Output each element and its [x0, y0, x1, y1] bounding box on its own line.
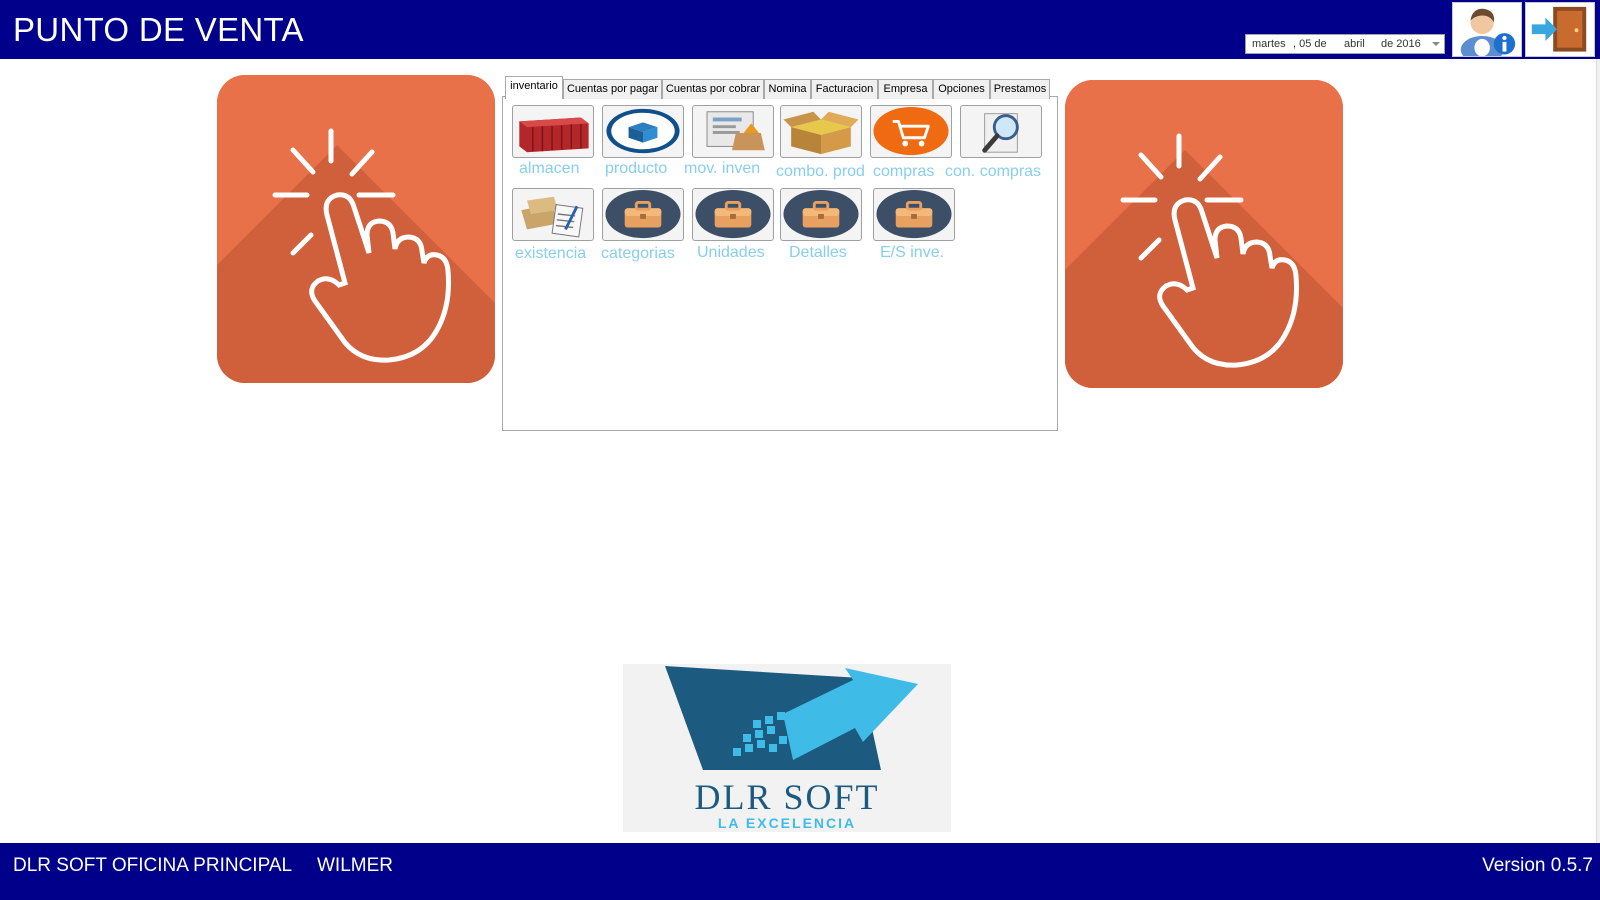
status-bar: DLR SOFT OFICINA PRINCIPAL WILMER Versio… [0, 843, 1600, 900]
right-touch-tile[interactable] [1065, 80, 1343, 388]
left-touch-tile[interactable] [217, 75, 495, 383]
existencia-label[interactable]: existencia [515, 245, 586, 263]
producto-label[interactable]: producto [605, 160, 667, 178]
briefcase-icon [783, 189, 859, 239]
logo-tagline: LA EXCELENCIA [717, 815, 857, 831]
date-month: abril [1344, 38, 1365, 50]
product-box-icon [606, 108, 680, 154]
es-inve-button[interactable] [873, 188, 955, 241]
container-icon [519, 117, 589, 153]
tab-prestamos[interactable]: Prestamos [990, 79, 1050, 99]
combo-prod-button[interactable] [780, 105, 862, 158]
compras-button[interactable] [870, 105, 952, 158]
date-day: , 05 de [1293, 38, 1327, 50]
app-title: PUNTO DE VENTA [13, 11, 304, 48]
header-bar: PUNTO DE VENTA martes , 05 de abril de 2… [0, 0, 1600, 59]
tab-strip: inventario Cuentas por pagar Cuentas por… [502, 76, 1058, 99]
compras-label[interactable]: compras [873, 163, 934, 181]
categorias-button[interactable] [602, 188, 684, 241]
existencia-button[interactable] [512, 188, 594, 241]
chevron-down-icon[interactable] [1432, 42, 1440, 46]
almacen-button[interactable] [512, 105, 594, 158]
almacen-label[interactable]: almacen [519, 160, 579, 178]
magnifier-icon [982, 113, 1019, 153]
es-inve-label[interactable]: E/S inve. [880, 244, 944, 262]
open-box-icon [783, 111, 859, 155]
mov-inven-label[interactable]: mov. inven [684, 160, 760, 178]
tap-hand-icon [1065, 80, 1343, 388]
exit-button[interactable] [1525, 2, 1595, 57]
categorias-label[interactable]: categorias [601, 245, 675, 263]
inventory-movement-icon [706, 111, 765, 151]
tab-empresa[interactable]: Empresa [878, 79, 933, 99]
briefcase-icon [876, 189, 952, 239]
version-label: Version 0.5.7 [1482, 855, 1593, 876]
tab-cuentas-por-pagar[interactable]: Cuentas por pagar [563, 79, 662, 99]
app-window: PUNTO DE VENTA martes , 05 de abril de 2… [0, 0, 1600, 900]
tab-cuentas-por-cobrar[interactable]: Cuentas por cobrar [662, 79, 764, 99]
con-compras-button[interactable] [960, 105, 1042, 158]
stock-checklist-icon [521, 196, 584, 238]
current-user: WILMER [317, 855, 393, 876]
tab-panel-inventario: almacen producto mov. inven combo. prod … [502, 96, 1058, 431]
date-picker[interactable]: martes , 05 de abril de 2016 [1245, 34, 1445, 54]
window-edge [1596, 59, 1600, 843]
tap-hand-icon [217, 75, 495, 383]
producto-button[interactable] [602, 105, 684, 158]
briefcase-icon [605, 189, 681, 239]
detalles-label[interactable]: Detalles [789, 244, 847, 262]
unidades-button[interactable] [692, 188, 774, 241]
shopping-cart-icon [873, 106, 949, 156]
office-name: DLR SOFT OFICINA PRINCIPAL [13, 855, 293, 876]
mov-inven-button[interactable] [692, 105, 774, 158]
con-compras-label[interactable]: con. compras [945, 163, 1041, 181]
user-info-button[interactable] [1452, 2, 1522, 57]
briefcase-icon [695, 189, 771, 239]
tab-opciones[interactable]: Opciones [933, 79, 990, 99]
date-weekday: martes [1252, 38, 1286, 50]
tab-inventario[interactable]: inventario [505, 76, 563, 99]
tab-facturacion[interactable]: Facturacion [811, 79, 878, 99]
company-logo: DLR SOFT LA EXCELENCIA [623, 664, 951, 832]
detalles-button[interactable] [780, 188, 862, 241]
combo-prod-label[interactable]: combo. prod [776, 163, 865, 181]
date-year: de 2016 [1381, 38, 1421, 50]
unidades-label[interactable]: Unidades [697, 244, 765, 262]
exit-door-icon [1531, 6, 1587, 52]
logo-name: DLR SOFT [694, 777, 880, 817]
module-tab-control: almacen producto mov. inven combo. prod … [502, 76, 1058, 431]
user-info-icon [1460, 8, 1516, 56]
tab-nomina[interactable]: Nomina [764, 79, 811, 99]
